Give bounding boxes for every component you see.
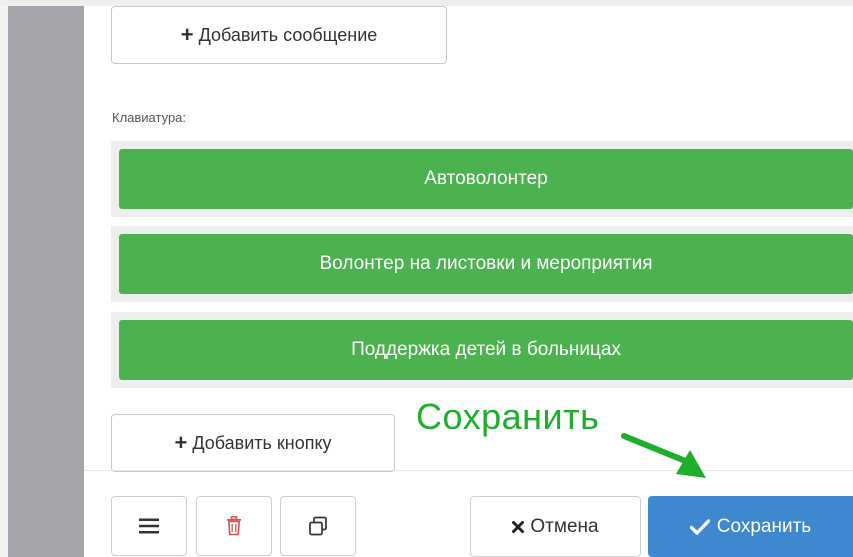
plus-icon: + [180, 22, 194, 47]
left-edge [0, 6, 8, 557]
keyboard-label: Клавиатура: [112, 110, 187, 125]
copy-icon [309, 516, 327, 536]
close-icon [512, 520, 525, 533]
trash-icon [227, 516, 241, 536]
keyboard-row: Автоволонтер [111, 141, 853, 217]
footer-divider [84, 470, 853, 471]
side-panel [8, 6, 84, 557]
keyboard-button-autovolunteer[interactable]: Автоволонтер [119, 149, 853, 209]
arrow-icon [621, 433, 706, 478]
check-icon [689, 518, 710, 535]
add-message-button[interactable]: + Добавить сообщение [111, 6, 447, 64]
keyboard-button-children-support[interactable]: Поддержка детей в больницах [119, 320, 853, 380]
save-label: Сохранить [716, 515, 812, 537]
keyboard-row: Волонтер на листовки и мероприятия [111, 226, 853, 302]
annotation-label: Сохранить [416, 396, 600, 437]
add-message-label: Добавить сообщение [198, 24, 378, 45]
add-keyboard-button[interactable]: + Добавить кнопку [111, 414, 395, 472]
menu-button[interactable] [111, 496, 187, 556]
plus-icon: + [174, 430, 188, 455]
save-button[interactable]: Сохранить [648, 496, 853, 557]
cancel-label: Отмена [530, 515, 599, 537]
copy-button[interactable] [280, 496, 356, 556]
keyboard-button-leaflets[interactable]: Волонтер на листовки и мероприятия [119, 234, 853, 294]
keyboard-row: Поддержка детей в больницах [111, 312, 853, 388]
cancel-button[interactable]: Отмена [470, 496, 641, 557]
delete-button[interactable] [196, 496, 272, 556]
menu-icon [139, 518, 159, 534]
add-keyboard-button-label: Добавить кнопку [192, 432, 332, 453]
